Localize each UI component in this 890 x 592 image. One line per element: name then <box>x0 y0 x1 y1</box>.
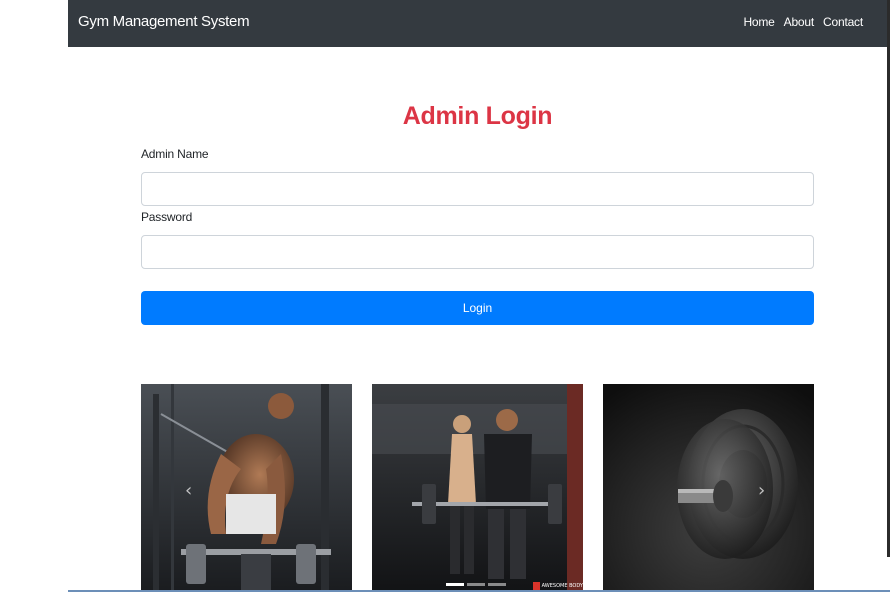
carousel-image-card: › <box>603 384 814 592</box>
password-input[interactable] <box>141 235 814 269</box>
image-watermark: AWESOME BODY <box>532 582 583 590</box>
admin-name-input[interactable] <box>141 172 814 206</box>
navbar: Gym Management System Home About Contact <box>68 0 888 47</box>
watermark-text: AWESOME BODY <box>541 583 583 589</box>
login-button[interactable]: Login <box>141 291 814 325</box>
gym-deadlift-image <box>141 384 352 592</box>
carousel-image-card: AWESOME BODY <box>372 384 583 592</box>
page-title: Admin Login <box>402 102 553 130</box>
carousel-indicators <box>446 583 506 586</box>
carousel-image-card: ‹ <box>141 384 352 592</box>
gym-dumbbell-plates-image <box>603 384 814 592</box>
nav-link-home[interactable]: Home <box>743 15 774 29</box>
carousel-next-icon[interactable]: › <box>758 480 765 501</box>
watermark-logo-icon <box>532 582 540 590</box>
brand-link[interactable]: Gym Management System <box>78 13 250 30</box>
nav-link-contact[interactable]: Contact <box>823 15 863 29</box>
admin-name-label: Admin Name <box>141 147 209 161</box>
nav-links: Home About Contact <box>743 15 863 29</box>
carousel-prev-icon[interactable]: ‹ <box>185 480 192 501</box>
nav-link-about[interactable]: About <box>784 15 815 29</box>
carousel-indicator[interactable] <box>446 583 464 586</box>
password-label: Password <box>141 210 193 224</box>
carousel-indicator[interactable] <box>488 583 506 586</box>
gym-couple-barbell-image <box>372 384 583 592</box>
carousel-indicator[interactable] <box>467 583 485 586</box>
